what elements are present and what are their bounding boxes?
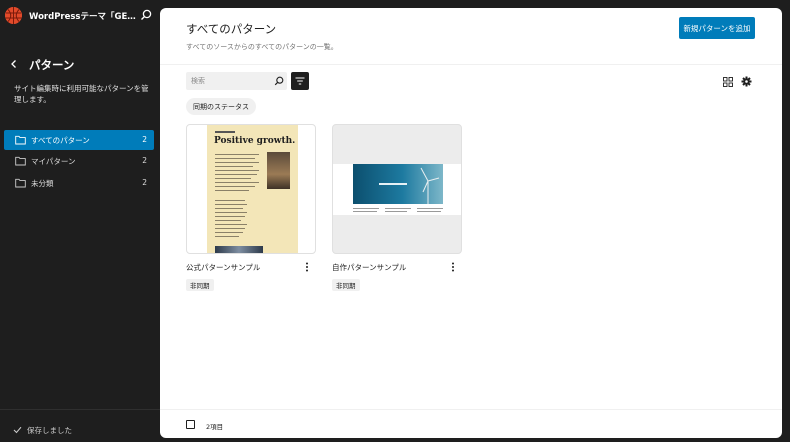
pattern-card-preview-official[interactable]: Positive growth. xyxy=(186,124,316,254)
sidebar-item-label: すべてのパターン xyxy=(31,136,90,145)
sidebar-item-label: 未分類 xyxy=(31,179,54,188)
page-description: すべてのソースからのすべてのパターンの一覧。 xyxy=(186,43,338,51)
sidebar-item-label: マイパターン xyxy=(31,157,76,166)
sync-status-filter-chip[interactable]: 同期のステータス xyxy=(186,98,256,115)
folder-icon xyxy=(15,135,26,145)
header-divider xyxy=(160,64,782,65)
select-all-checkbox[interactable] xyxy=(186,420,195,429)
preview-text-line xyxy=(215,182,259,183)
search-icon[interactable] xyxy=(140,9,152,21)
preview-text-line xyxy=(215,204,247,205)
preview-text-line xyxy=(215,228,245,229)
sidebar-item-all-patterns[interactable]: すべてのパターン 2 xyxy=(4,130,154,150)
preview-text-line xyxy=(417,211,441,212)
sidebar: WordPressテーマ「GE… パターン サイト編集時に利用可能なパターンを管… xyxy=(0,0,160,442)
gear-icon[interactable] xyxy=(741,76,752,87)
pattern-card-title[interactable]: 自作パターンサンプル xyxy=(332,262,406,273)
list-footer: 2項目 xyxy=(160,409,782,438)
pattern-preview: Positive growth. xyxy=(207,125,298,253)
preview-banner-text xyxy=(379,183,407,185)
sync-status-badge: 非同期 xyxy=(332,279,360,291)
preview-text-line xyxy=(215,186,255,187)
save-status-text: 保存しました xyxy=(27,426,72,435)
preview-text-line xyxy=(353,208,379,209)
preview-text-line xyxy=(417,208,443,209)
site-logo-icon[interactable] xyxy=(5,7,22,24)
preview-text-line xyxy=(215,220,241,221)
pattern-preview xyxy=(333,164,461,215)
sidebar-item-count: 2 xyxy=(142,178,147,187)
more-vertical-icon[interactable] xyxy=(304,261,310,273)
page-title: すべてのパターン xyxy=(186,22,277,36)
add-pattern-button[interactable]: 新規パターンを追加 xyxy=(679,17,755,39)
preview-text-line xyxy=(215,178,251,179)
preview-text-line xyxy=(215,154,259,155)
sync-status-badge: 非同期 xyxy=(186,279,214,291)
check-icon xyxy=(13,426,22,434)
site-title[interactable]: WordPressテーマ「GE… xyxy=(29,10,136,22)
preview-text-line xyxy=(385,208,411,209)
preview-text-line xyxy=(215,200,245,201)
grid-view-icon[interactable] xyxy=(723,77,733,87)
filter-button[interactable] xyxy=(291,72,309,90)
more-vertical-icon[interactable] xyxy=(450,261,456,273)
preview-text-line xyxy=(215,232,243,233)
preview-text-line xyxy=(215,162,259,163)
preview-text-line xyxy=(215,216,245,217)
search-input[interactable] xyxy=(186,72,270,90)
preview-text-line xyxy=(215,166,253,167)
preview-image xyxy=(267,152,290,189)
sidebar-item-uncategorized[interactable]: 未分類 2 xyxy=(4,173,154,193)
preview-text-line xyxy=(215,190,249,191)
preview-text-line xyxy=(353,211,377,212)
preview-text-line xyxy=(215,224,247,225)
search-icon[interactable] xyxy=(274,76,284,86)
search-box[interactable] xyxy=(186,72,287,90)
folder-icon xyxy=(15,178,26,188)
pattern-card-title[interactable]: 公式パターンサンプル xyxy=(186,262,260,273)
main-panel: すべてのパターン すべてのソースからのすべてのパターンの一覧。 新規パターンを追… xyxy=(160,8,782,438)
sidebar-item-my-patterns[interactable]: マイパターン 2 xyxy=(4,151,154,171)
sidebar-item-count: 2 xyxy=(142,135,147,144)
save-status: 保存しました xyxy=(0,409,160,442)
filter-icon xyxy=(295,77,305,85)
folder-icon xyxy=(15,156,26,166)
item-count: 2項目 xyxy=(206,423,224,431)
preview-headline: Positive growth. xyxy=(214,136,296,146)
preview-text-line xyxy=(215,170,259,171)
preview-text-line xyxy=(385,211,407,212)
preview-image xyxy=(215,246,263,253)
preview-text-line xyxy=(215,212,247,213)
preview-text-line xyxy=(215,174,257,175)
preview-text-line xyxy=(215,236,239,237)
preview-text-line xyxy=(215,158,255,159)
preview-eyebrow xyxy=(215,131,235,133)
pattern-card-preview-custom[interactable] xyxy=(332,124,462,254)
sidebar-title: パターン xyxy=(29,58,75,72)
preview-text-line xyxy=(215,208,243,209)
sidebar-item-count: 2 xyxy=(142,156,147,165)
site-hub: WordPressテーマ「GE… xyxy=(0,0,160,32)
chevron-left-icon[interactable] xyxy=(9,59,19,69)
sidebar-description: サイト編集時に利用可能なパターンを管理します。 xyxy=(14,84,149,104)
